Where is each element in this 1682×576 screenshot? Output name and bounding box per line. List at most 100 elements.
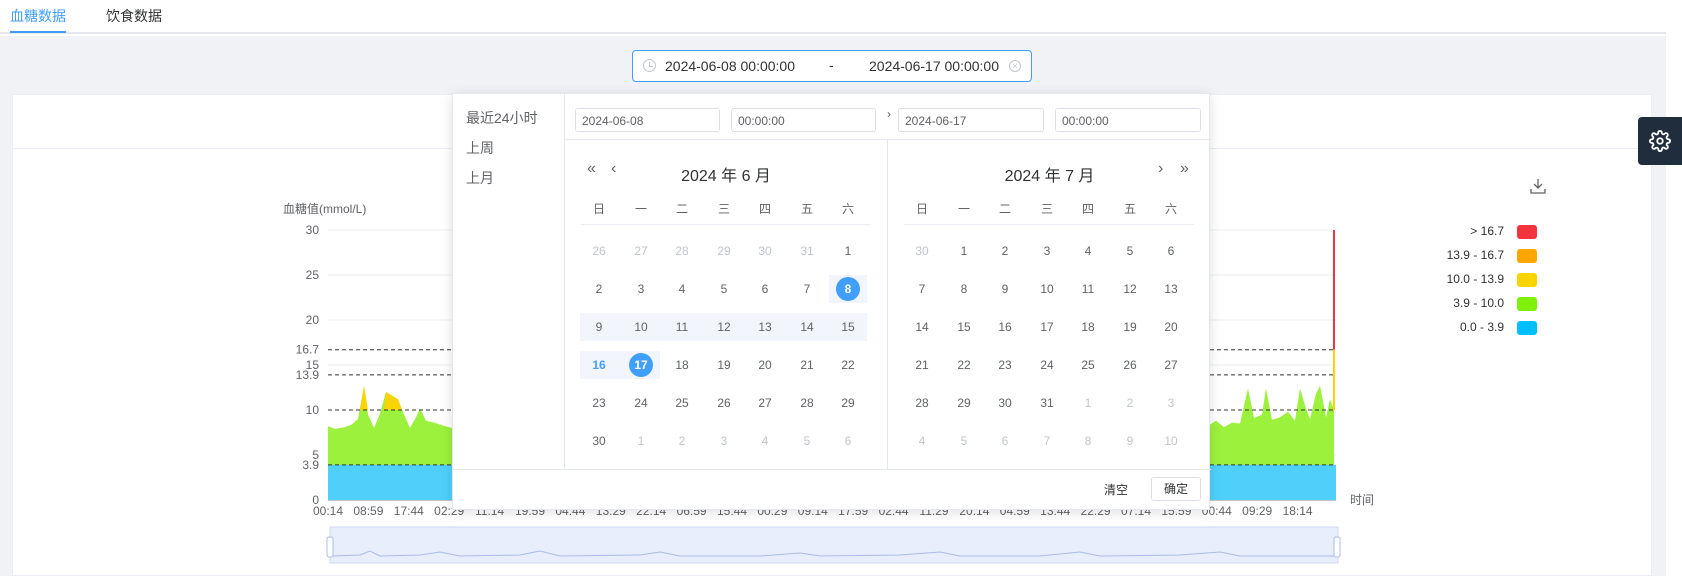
calendar-day[interactable]: 3 [709, 428, 739, 454]
calendar-day[interactable]: 10 [1156, 428, 1186, 454]
zoom-handle-right[interactable] [1333, 536, 1341, 558]
calendar-day[interactable]: 3 [626, 276, 656, 302]
calendar-day[interactable]: 1 [1073, 390, 1103, 416]
calendar-day[interactable]: 5 [709, 276, 739, 302]
calendar-day[interactable]: 14 [792, 314, 822, 340]
calendar-day[interactable]: 13 [1156, 276, 1186, 302]
calendar-day[interactable]: 6 [1156, 238, 1186, 264]
calendar-day[interactable]: 1 [833, 238, 863, 264]
calendar-day[interactable]: 29 [709, 238, 739, 264]
calendar-day[interactable]: 31 [1032, 390, 1062, 416]
calendar-day[interactable]: 26 [584, 238, 614, 264]
calendar-day[interactable]: 6 [750, 276, 780, 302]
legend-item[interactable]: 3.9 - 10.0 [1430, 294, 1540, 318]
calendar-day[interactable]: 2 [990, 238, 1020, 264]
calendar-day[interactable]: 20 [1156, 314, 1186, 340]
start-time-input[interactable]: 00:00:00 [731, 108, 876, 132]
calendar-day[interactable]: 8 [1073, 428, 1103, 454]
calendar-day[interactable]: 7 [792, 276, 822, 302]
calendar-day[interactable]: 1 [626, 428, 656, 454]
calendar-day[interactable]: 30 [584, 428, 614, 454]
calendar-day[interactable]: 27 [1156, 352, 1186, 378]
calendar-day[interactable]: 24 [626, 390, 656, 416]
calendar-day[interactable]: 25 [1073, 352, 1103, 378]
calendar-day[interactable]: 4 [667, 276, 697, 302]
calendar-day[interactable]: 8 [833, 276, 863, 302]
calendar-day[interactable]: 28 [792, 390, 822, 416]
calendar-day[interactable]: 30 [990, 390, 1020, 416]
calendar-day[interactable]: 10 [1032, 276, 1062, 302]
calendar-day[interactable]: 12 [1115, 276, 1145, 302]
calendar-day[interactable]: 3 [1032, 238, 1062, 264]
calendar-day[interactable]: 2 [667, 428, 697, 454]
calendar-day[interactable]: 12 [709, 314, 739, 340]
legend-item[interactable]: 0.0 - 3.9 [1430, 318, 1540, 342]
calendar-day[interactable]: 18 [667, 352, 697, 378]
calendar-day[interactable]: 5 [792, 428, 822, 454]
shortcut-last-24h[interactable]: 最近24小时 [466, 108, 538, 128]
calendar-day[interactable]: 4 [907, 428, 937, 454]
calendar-day[interactable]: 31 [792, 238, 822, 264]
clear-button[interactable]: 清空 [1104, 481, 1128, 498]
calendar-day[interactable]: 29 [833, 390, 863, 416]
shortcut-last-month[interactable]: 上月 [466, 168, 494, 188]
calendar-day[interactable]: 24 [1032, 352, 1062, 378]
calendar-day[interactable]: 23 [990, 352, 1020, 378]
calendar-day[interactable]: 13 [750, 314, 780, 340]
calendar-day[interactable]: 4 [1073, 238, 1103, 264]
calendar-day[interactable]: 9 [1115, 428, 1145, 454]
data-zoom-slider[interactable] [329, 526, 1339, 564]
calendar-day[interactable]: 3 [1156, 390, 1186, 416]
calendar-day[interactable]: 6 [833, 428, 863, 454]
calendar-day[interactable]: 9 [584, 314, 614, 340]
calendar-day[interactable]: 7 [907, 276, 937, 302]
calendar-day[interactable]: 25 [667, 390, 697, 416]
calendar-day[interactable]: 28 [907, 390, 937, 416]
calendar-day[interactable]: 5 [1115, 238, 1145, 264]
calendar-day[interactable]: 9 [990, 276, 1020, 302]
calendar-day[interactable]: 11 [1073, 276, 1103, 302]
legend-item[interactable]: 10.0 - 13.9 [1430, 270, 1540, 294]
calendar-day[interactable]: 7 [1032, 428, 1062, 454]
calendar-day[interactable]: 26 [1115, 352, 1145, 378]
end-date-input[interactable]: 2024-06-17 [898, 108, 1044, 132]
calendar-day[interactable]: 2 [584, 276, 614, 302]
calendar-day[interactable]: 21 [907, 352, 937, 378]
calendar-day[interactable]: 16 [584, 352, 614, 378]
calendar-day[interactable]: 18 [1073, 314, 1103, 340]
calendar-day[interactable]: 14 [907, 314, 937, 340]
calendar-day[interactable]: 15 [833, 314, 863, 340]
calendar-day[interactable]: 6 [990, 428, 1020, 454]
calendar-day[interactable]: 4 [750, 428, 780, 454]
calendar-day[interactable]: 27 [626, 238, 656, 264]
calendar-day[interactable]: 22 [949, 352, 979, 378]
calendar-day[interactable]: 19 [1115, 314, 1145, 340]
confirm-button[interactable]: 确定 [1151, 477, 1201, 501]
next-year-icon[interactable]: » [1180, 160, 1189, 178]
calendar-day[interactable]: 23 [584, 390, 614, 416]
calendar-day[interactable]: 20 [750, 352, 780, 378]
calendar-day[interactable]: 30 [750, 238, 780, 264]
zoom-handle-left[interactable] [326, 536, 334, 558]
calendar-day[interactable]: 22 [833, 352, 863, 378]
calendar-day[interactable]: 29 [949, 390, 979, 416]
calendar-day[interactable]: 8 [949, 276, 979, 302]
calendar-day[interactable]: 1 [949, 238, 979, 264]
download-icon[interactable] [1529, 177, 1547, 195]
calendar-day[interactable]: 15 [949, 314, 979, 340]
shortcut-last-week[interactable]: 上周 [466, 138, 494, 158]
calendar-day[interactable]: 26 [709, 390, 739, 416]
calendar-day[interactable]: 30 [907, 238, 937, 264]
calendar-day[interactable]: 21 [792, 352, 822, 378]
calendar-day[interactable]: 16 [990, 314, 1020, 340]
legend-item[interactable]: 13.9 - 16.7 [1430, 246, 1540, 270]
calendar-day[interactable]: 10 [626, 314, 656, 340]
start-date-input[interactable]: 2024-06-08 [575, 108, 720, 132]
calendar-day[interactable]: 27 [750, 390, 780, 416]
next-month-icon[interactable]: › [1158, 160, 1163, 178]
calendar-day[interactable]: 11 [667, 314, 697, 340]
calendar-day[interactable]: 17 [626, 352, 656, 378]
end-time-input[interactable]: 00:00:00 [1055, 108, 1201, 132]
calendar-day[interactable]: 5 [949, 428, 979, 454]
legend-item[interactable]: > 16.7 [1430, 222, 1540, 246]
